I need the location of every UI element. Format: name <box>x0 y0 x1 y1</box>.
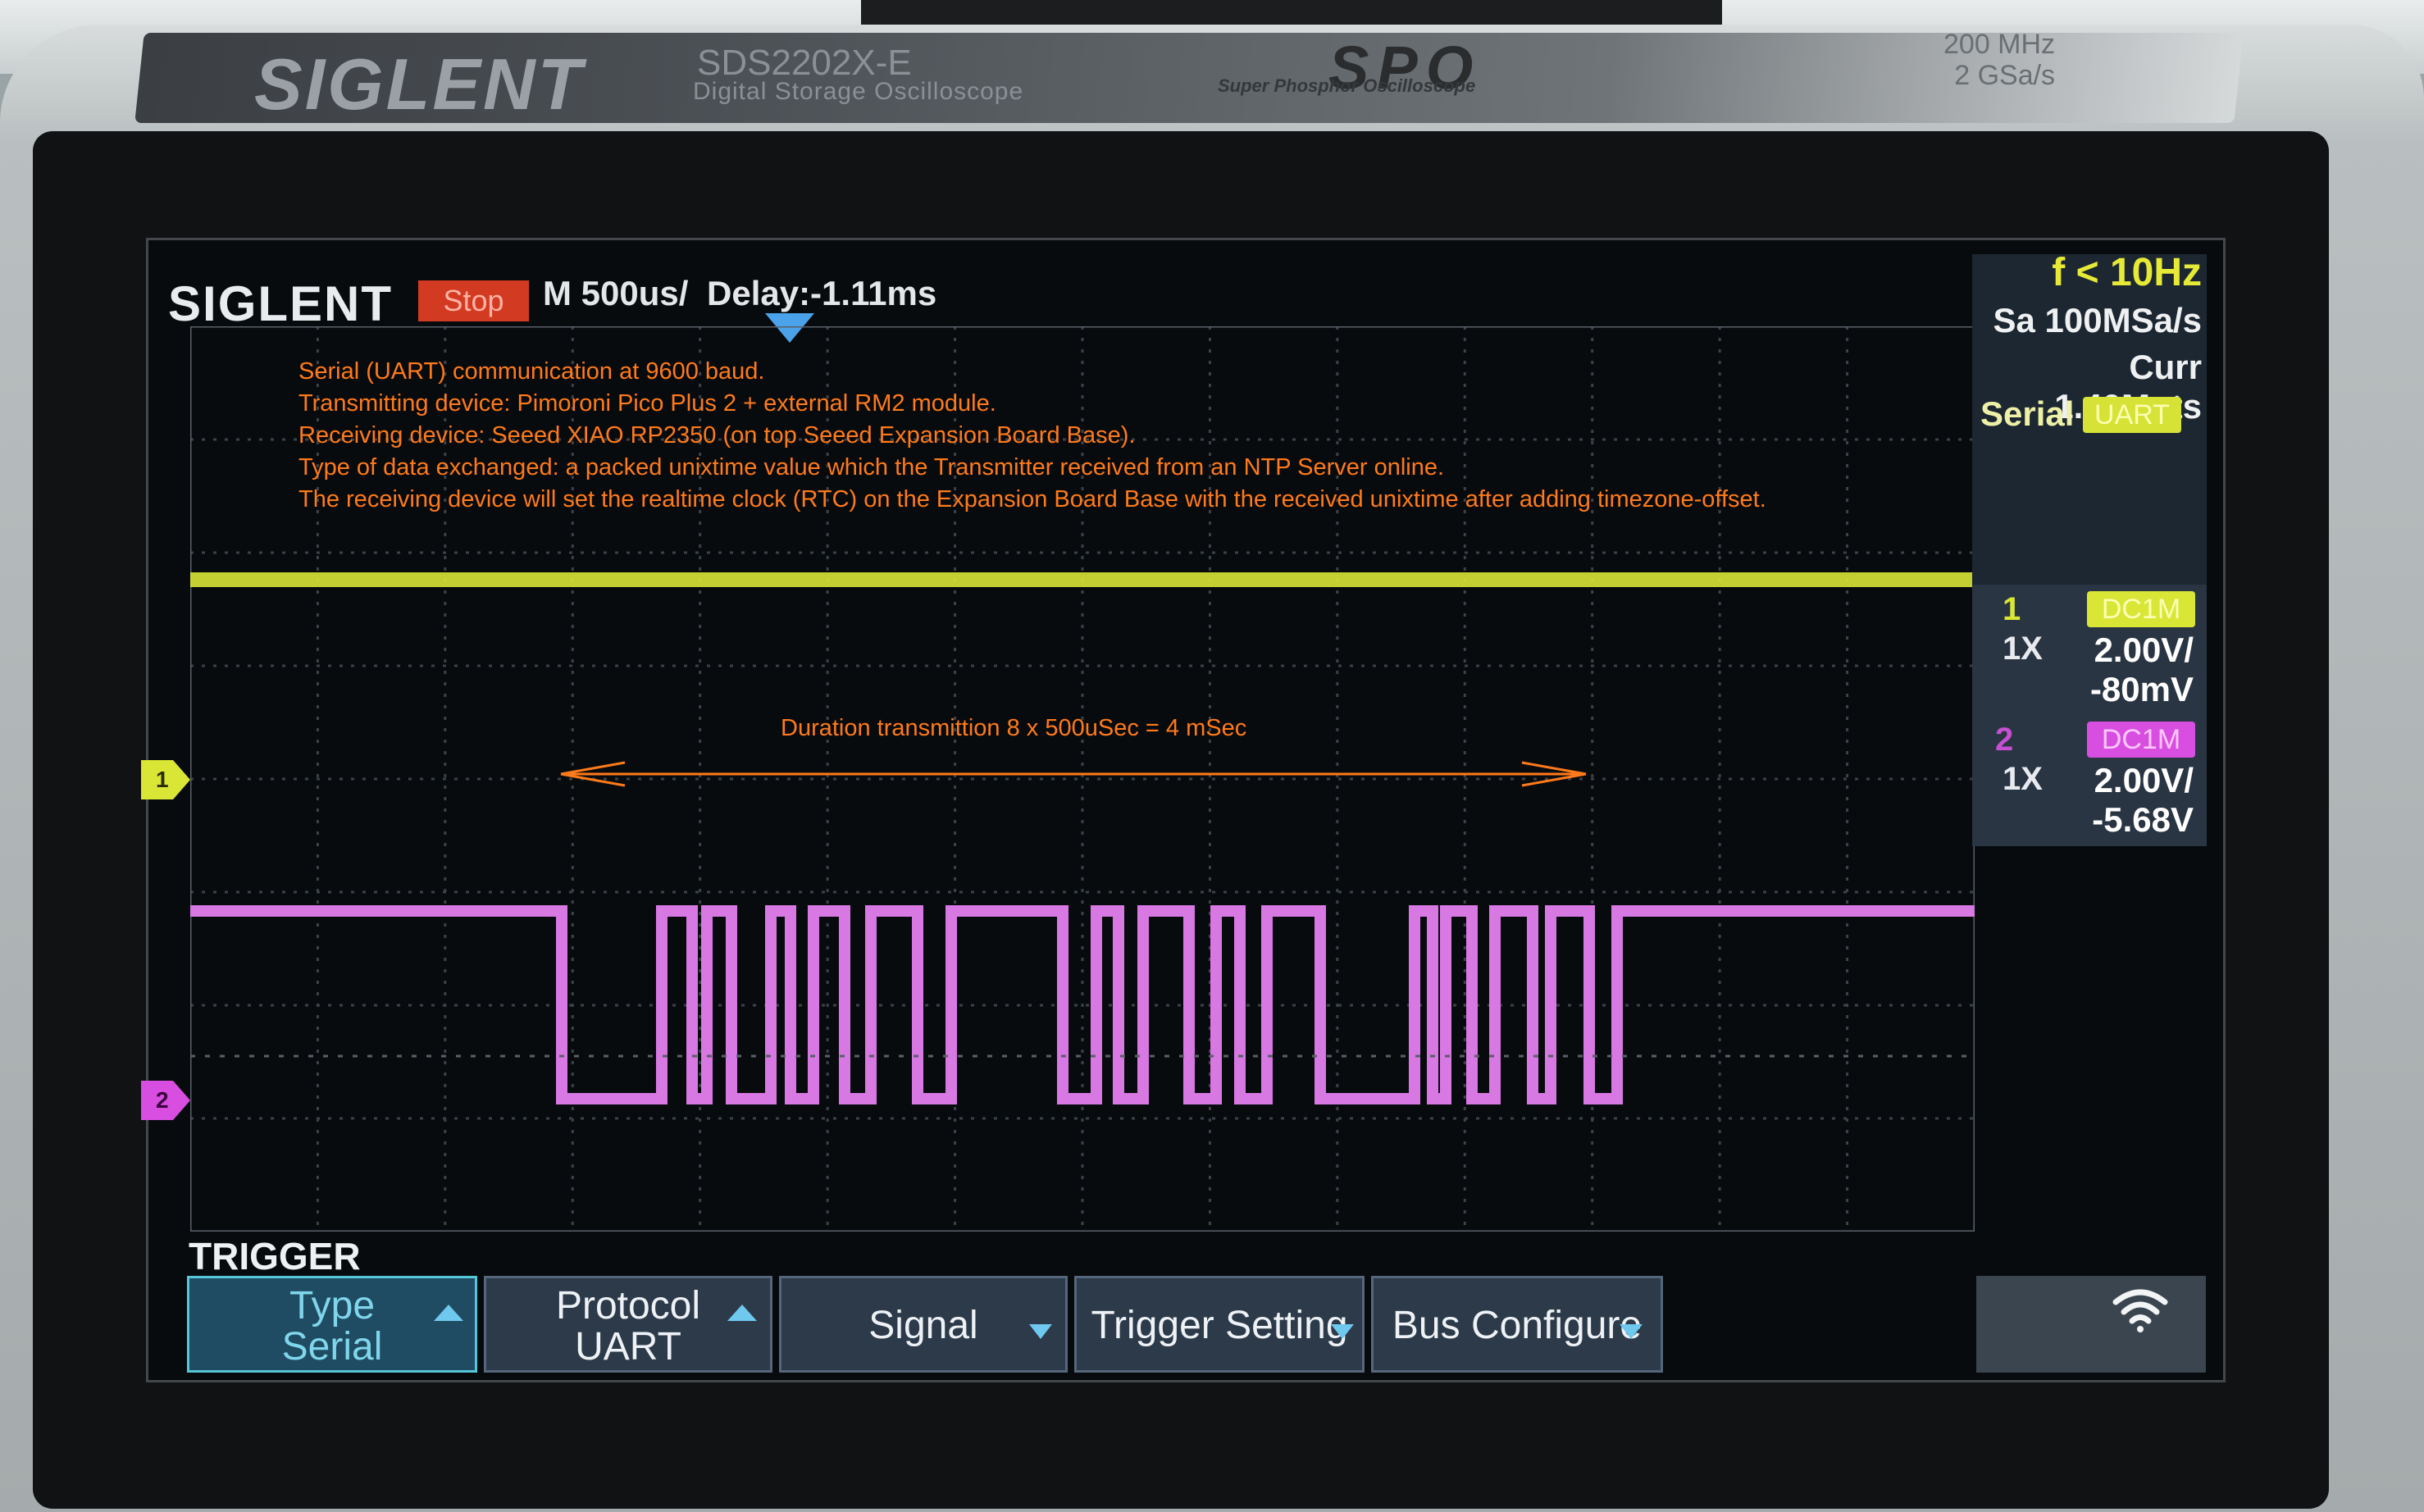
ch2-settings-box[interactable]: 2 DC1M 1X 2.00V/ -5.68V <box>1972 715 2207 846</box>
bezel-bandwidth: 200 MHz <box>1943 29 2056 60</box>
run-stop-badge[interactable]: Stop <box>418 280 529 321</box>
annotation-line: The receiving device will set the realti… <box>298 486 1766 512</box>
annotation-line: Receiving device: Seeed XIAO RP2350 (on … <box>298 422 1136 449</box>
ch1-number: 1 <box>2003 591 2021 627</box>
annotation-line: Serial (UART) communication at 9600 baud… <box>298 358 765 385</box>
chevron-down-icon <box>1620 1324 1643 1339</box>
signal-button[interactable]: Signal <box>779 1276 1068 1373</box>
ch1-trace <box>190 572 1975 587</box>
annotation-line: Type of data exchanged: a packed unixtim… <box>298 454 1445 480</box>
protocol-button[interactable]: Protocol UART <box>484 1276 772 1373</box>
bezel-brand-logo: SIGLENT <box>254 43 585 125</box>
chevron-down-icon <box>1029 1324 1052 1339</box>
duration-note: Duration transmittion 8 x 500uSec = 4 mS… <box>781 715 1247 741</box>
trigger-type-value: Serial <box>281 1325 383 1369</box>
softkey-menu-title: TRIGGER <box>189 1235 361 1277</box>
frequency-readout: f < 10Hz <box>2052 251 2202 294</box>
annotation-line: Transmitting device: Pimoroni Pico Plus … <box>298 390 996 417</box>
ch2-probe: 1X <box>2003 761 2043 797</box>
network-status-box <box>1976 1276 2206 1373</box>
delay-readout: Delay:-1.11ms <box>707 274 937 312</box>
bezel-model-desc: Digital Storage Oscilloscope <box>693 78 1024 105</box>
bus-configure-button[interactable]: Bus Configure <box>1371 1276 1663 1373</box>
ch2-volts-div: 2.00V/ <box>2094 761 2194 799</box>
protocol-value: UART <box>575 1325 681 1369</box>
bezel-spo-desc: Super Phosphor Oscilloscope <box>1218 75 1476 96</box>
trigger-type-button[interactable]: Type Serial <box>187 1276 477 1373</box>
ch1-marker-label: 1 <box>156 767 169 792</box>
trigger-protocol-badge: UART <box>2083 397 2181 433</box>
screen-logo: SIGLENT <box>168 276 394 331</box>
trigger-setting-button[interactable]: Trigger Setting <box>1074 1276 1365 1373</box>
bezel-sample-rate: 2 GSa/s <box>1954 60 2056 91</box>
waveform-traces <box>190 572 1975 1104</box>
ch1-probe: 1X <box>2003 631 2043 667</box>
ch1-coupling: DC1M <box>2087 591 2195 627</box>
signal-label: Signal <box>868 1304 978 1347</box>
ch2-number: 2 <box>1995 722 2014 758</box>
wifi-icon <box>2112 1289 2168 1332</box>
chevron-up-icon <box>434 1305 463 1321</box>
chevron-down-icon <box>1331 1324 1354 1339</box>
duration-arrow <box>560 761 1587 787</box>
ch2-offset: -5.68V <box>2092 800 2194 839</box>
bus-configure-label: Bus Configure <box>1392 1304 1643 1347</box>
timebase-readout: M 500us/ <box>543 274 689 312</box>
ch2-marker-label: 2 <box>156 1087 169 1113</box>
sample-rate-readout: Sa 100MSa/s <box>1993 301 2202 339</box>
annotation-text: Serial (UART) communication at 9600 baud… <box>298 356 1766 516</box>
bezel-spec: 200 MHz 2 GSa/s <box>1943 29 2055 91</box>
ch1-volts-div: 2.00V/ <box>2094 631 2194 669</box>
ch1-offset: -80mV <box>2089 670 2194 708</box>
trigger-setting-label: Trigger Setting <box>1091 1304 1348 1347</box>
trigger-type-label: Type <box>289 1284 376 1328</box>
trigger-type-label: Serial <box>1980 394 2075 433</box>
chevron-up-icon <box>727 1305 757 1321</box>
ch1-settings-box[interactable]: 1 DC1M 1X 2.00V/ -80mV <box>1972 585 2207 716</box>
ch2-coupling: DC1M <box>2087 722 2195 758</box>
